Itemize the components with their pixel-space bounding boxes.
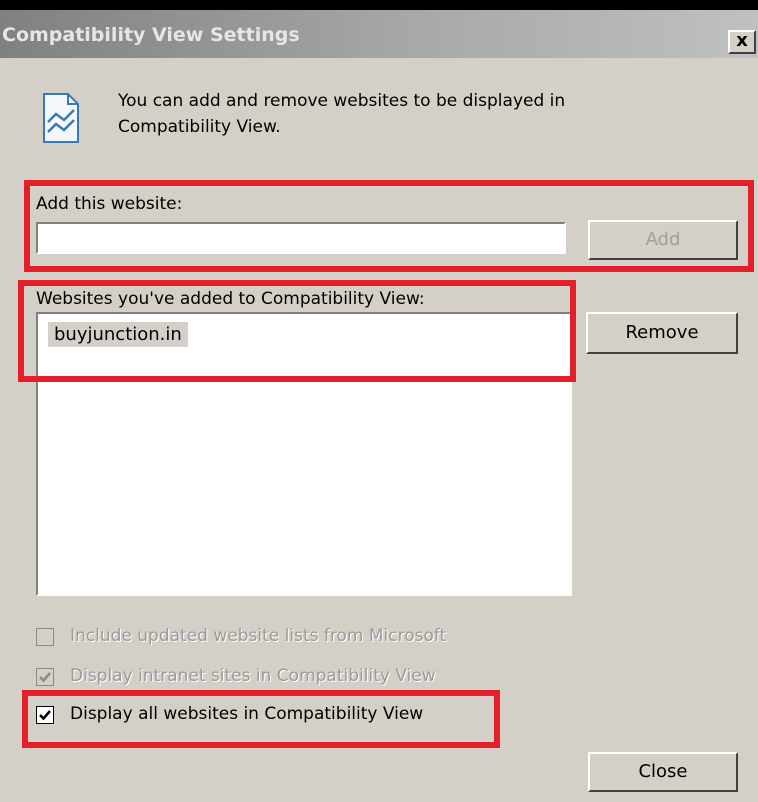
close-window-button[interactable]: x bbox=[728, 30, 756, 54]
close-button[interactable]: Close bbox=[588, 752, 738, 792]
add-button[interactable]: Add bbox=[588, 220, 738, 260]
added-websites-label: Websites you've added to Compatibility V… bbox=[36, 289, 425, 309]
remove-button[interactable]: Remove bbox=[586, 312, 738, 354]
added-websites-list[interactable]: buyjunction.in bbox=[36, 312, 572, 596]
compatibility-view-icon bbox=[40, 88, 82, 146]
intro-text: You can add and remove websites to be di… bbox=[118, 91, 566, 137]
add-website-input[interactable] bbox=[36, 222, 566, 254]
include-microsoft-lists-label: Include updated website lists from Micro… bbox=[70, 626, 447, 646]
checkmark-icon bbox=[39, 710, 51, 721]
checkmark-icon bbox=[39, 672, 51, 683]
include-microsoft-lists-checkbox[interactable] bbox=[36, 628, 54, 646]
intranet-sites-label: Display intranet sites in Compatibility … bbox=[70, 666, 436, 686]
title-bar[interactable]: Compatibility View Settings x bbox=[0, 10, 758, 58]
display-all-websites-checkbox[interactable] bbox=[36, 706, 54, 724]
add-website-label: Add this website: bbox=[36, 194, 183, 214]
top-border bbox=[0, 0, 758, 10]
window-title: Compatibility View Settings bbox=[2, 24, 300, 46]
display-all-websites-label: Display all websites in Compatibility Vi… bbox=[70, 704, 424, 724]
intranet-sites-checkbox[interactable] bbox=[36, 668, 54, 686]
list-item[interactable]: buyjunction.in bbox=[48, 322, 188, 347]
